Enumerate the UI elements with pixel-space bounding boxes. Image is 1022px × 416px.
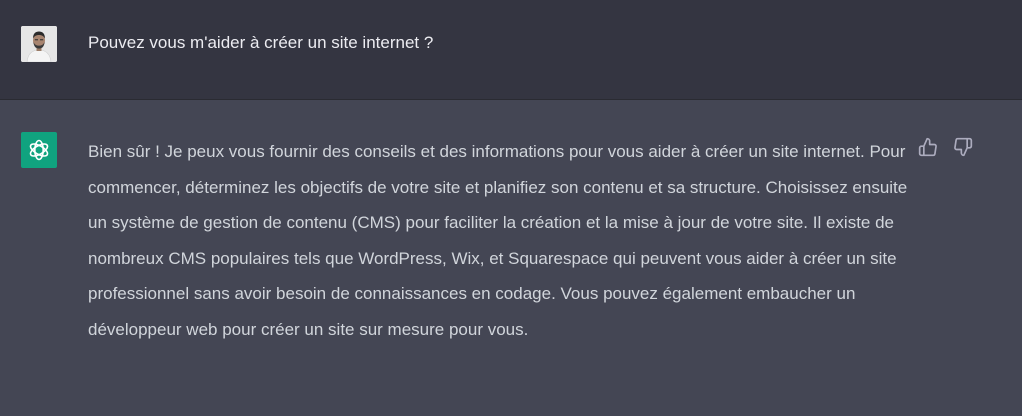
chatgpt-logo-icon xyxy=(29,139,49,161)
thumbs-down-icon xyxy=(954,137,973,157)
user-avatar xyxy=(21,26,57,62)
user-message-row: Pouvez vous m'aider à créer un site inte… xyxy=(0,0,1022,100)
assistant-avatar xyxy=(21,132,57,168)
assistant-message-row: Bien sûr ! Je peux vous fournir des cons… xyxy=(0,100,1022,416)
thumbs-up-icon xyxy=(918,137,937,157)
thumbs-down-button[interactable] xyxy=(952,136,974,158)
user-message-text: Pouvez vous m'aider à créer un site inte… xyxy=(88,33,434,52)
thumbs-up-button[interactable] xyxy=(917,136,939,158)
user-photo-avatar-icon xyxy=(21,26,57,62)
assistant-message-text: Bien sûr ! Je peux vous fournir des cons… xyxy=(88,142,908,339)
